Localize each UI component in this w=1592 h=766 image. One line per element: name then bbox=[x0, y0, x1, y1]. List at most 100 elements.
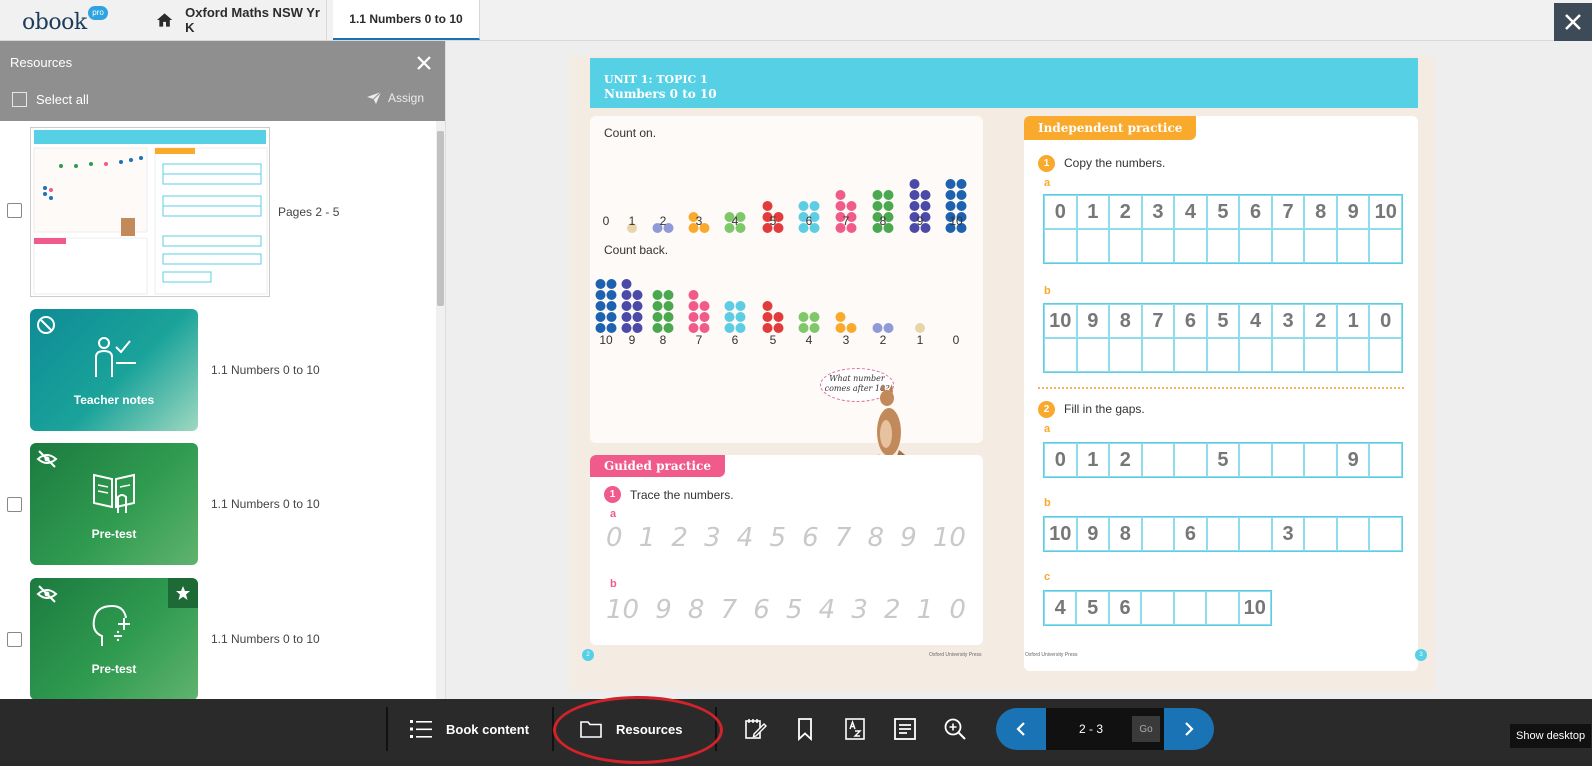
close-panel-icon[interactable] bbox=[414, 53, 434, 73]
counter-dot bbox=[632, 290, 643, 300]
counter-dot bbox=[652, 290, 663, 300]
bookmark-icon[interactable] bbox=[793, 717, 817, 741]
scrollbar-thumb[interactable] bbox=[437, 131, 444, 306]
counter-dot bbox=[798, 201, 809, 211]
counter-dot bbox=[632, 323, 643, 333]
trace-row-b: 10 9 8 7 6 5 4 3 2 1 0 bbox=[606, 595, 966, 625]
number-cell: 2 bbox=[1109, 443, 1142, 477]
close-viewer-button[interactable] bbox=[1554, 3, 1592, 41]
page-number-input[interactable] bbox=[1056, 714, 1126, 744]
page-thumbnail[interactable] bbox=[30, 127, 270, 297]
resource-list[interactable]: Pages 2 - 5 Teacher notes 1.1 Numbers 0 … bbox=[0, 121, 434, 699]
counter-dot bbox=[835, 312, 846, 322]
blank-cell bbox=[1076, 229, 1110, 263]
book-content-button[interactable]: Book content bbox=[410, 699, 529, 759]
trace-digit: 9 bbox=[900, 523, 917, 553]
trace-digit: 10 bbox=[606, 595, 640, 625]
counter-dot bbox=[872, 323, 883, 333]
item-checkbox[interactable] bbox=[7, 203, 22, 218]
number-cell: 7 bbox=[1141, 304, 1175, 338]
trace-digit: 1 bbox=[916, 595, 934, 625]
counter-dot bbox=[606, 301, 617, 311]
tab-book-home[interactable]: Oxford Maths NSW Yr K bbox=[146, 0, 327, 40]
count-on-label: Count on. bbox=[604, 126, 657, 140]
counter-dot bbox=[699, 301, 710, 311]
blank-cell bbox=[1174, 338, 1207, 372]
next-page-button[interactable] bbox=[1164, 708, 1214, 750]
question-number: 2 bbox=[1038, 401, 1055, 418]
list-item[interactable]: Pre-test 1.1 Numbers 0 to 10 bbox=[0, 441, 434, 567]
count-number: 9 bbox=[916, 214, 924, 228]
close-icon bbox=[1565, 14, 1581, 30]
counter-dot bbox=[956, 179, 967, 189]
panel-title: Resources bbox=[10, 55, 73, 70]
counter-dot bbox=[621, 279, 632, 289]
teacher-notes-card[interactable]: Teacher notes bbox=[30, 309, 198, 431]
favourite-star-icon[interactable] bbox=[168, 578, 198, 608]
count-number: 3 bbox=[695, 214, 703, 228]
blank-cell bbox=[1044, 338, 1077, 372]
counter-dot bbox=[632, 301, 643, 311]
book-viewer[interactable]: UNIT 1: TOPIC 1 Numbers 0 to 10 Count on… bbox=[446, 41, 1592, 699]
list-item[interactable]: Pages 2 - 5 bbox=[0, 121, 434, 303]
list-icon bbox=[410, 720, 432, 738]
list-item[interactable]: Pre-test 1.1 Numbers 0 to 10 bbox=[0, 576, 434, 699]
text-view-icon[interactable] bbox=[893, 717, 917, 741]
glossary-icon[interactable] bbox=[843, 717, 867, 741]
hidden-eye-icon bbox=[36, 450, 58, 468]
tab-lesson[interactable]: 1.1 Numbers 0 to 10 bbox=[333, 0, 480, 40]
trace-digit: 8 bbox=[687, 595, 705, 625]
notes-edit-icon[interactable] bbox=[743, 717, 767, 741]
list-item[interactable]: Teacher notes 1.1 Numbers 0 to 10 bbox=[0, 307, 434, 433]
assign-button[interactable]: Assign bbox=[366, 91, 424, 105]
select-all-checkbox[interactable] bbox=[12, 92, 27, 107]
page-footer-left: Oxford University Press bbox=[929, 652, 982, 658]
number-cell: 8 bbox=[1109, 517, 1142, 551]
trace-digit: 6 bbox=[753, 595, 770, 625]
pre-test-card[interactable]: Pre-test bbox=[30, 578, 198, 699]
zoom-in-icon[interactable] bbox=[943, 717, 967, 741]
number-cell: 1 bbox=[1336, 304, 1370, 338]
page-jump: Go bbox=[1046, 708, 1164, 750]
toolbar-divider bbox=[386, 707, 388, 751]
book-test-icon bbox=[93, 473, 135, 513]
item-checkbox[interactable] bbox=[7, 497, 22, 512]
blank-cell bbox=[1141, 338, 1175, 372]
counter-dot bbox=[762, 201, 773, 211]
go-button[interactable]: Go bbox=[1132, 716, 1160, 742]
counter-dot bbox=[762, 312, 773, 322]
page-number-right: 3 bbox=[1415, 649, 1427, 661]
number-cell: 0 bbox=[1369, 304, 1402, 338]
obook-logo[interactable]: obook pro bbox=[22, 6, 122, 36]
hidden-eye-icon bbox=[36, 585, 58, 603]
trace-digit: 1 bbox=[638, 523, 656, 553]
pre-test-card[interactable]: Pre-test bbox=[30, 443, 198, 565]
chevron-left-icon bbox=[1016, 722, 1025, 736]
counter-dot bbox=[595, 323, 606, 333]
question-number: 1 bbox=[1038, 155, 1055, 172]
counter-dot bbox=[735, 301, 746, 311]
item-checkbox[interactable] bbox=[7, 632, 22, 647]
counter-dot bbox=[606, 279, 617, 289]
panel-scrollbar[interactable] bbox=[436, 121, 445, 699]
blank-cell bbox=[1206, 517, 1240, 551]
trace-digit: 0 bbox=[949, 595, 966, 625]
toolbar-divider bbox=[552, 707, 554, 751]
previous-page-button[interactable] bbox=[996, 708, 1046, 750]
resources-button[interactable]: Resources bbox=[580, 699, 682, 759]
trace-digit: 5 bbox=[785, 595, 803, 625]
count-number: 10 bbox=[599, 333, 613, 347]
counter-dot bbox=[872, 201, 883, 211]
counter-dot bbox=[688, 290, 699, 300]
counter-dot bbox=[809, 312, 820, 322]
math-head-icon bbox=[92, 604, 130, 646]
counter-dot bbox=[663, 312, 674, 322]
counter-dot bbox=[883, 201, 894, 211]
counter-dot bbox=[595, 279, 606, 289]
blank-cell bbox=[1239, 517, 1272, 551]
counter-dot bbox=[846, 323, 857, 333]
counter-dot bbox=[621, 312, 632, 322]
number-cell: 5 bbox=[1076, 591, 1109, 625]
number-cell: 6 bbox=[1174, 517, 1207, 551]
blank-cell bbox=[1141, 443, 1175, 477]
